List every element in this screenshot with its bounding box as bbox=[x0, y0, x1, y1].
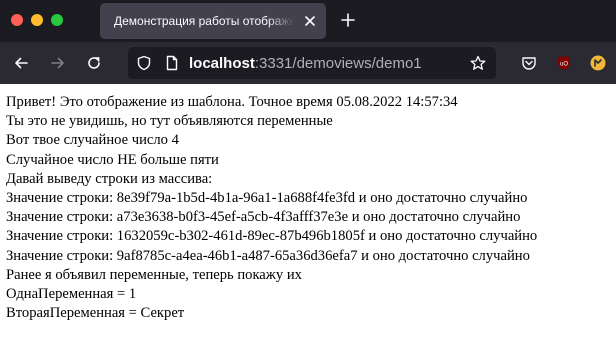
variable-line: ОднаПеременная = 1 bbox=[6, 286, 137, 303]
arrow-right-icon[interactable] bbox=[50, 55, 66, 71]
page-icon[interactable] bbox=[164, 55, 180, 71]
url-path: :3331/demoviews/demo1 bbox=[254, 55, 422, 72]
url-host: localhost bbox=[189, 55, 255, 72]
pocket-icon[interactable] bbox=[521, 55, 537, 71]
window-maximize-button[interactable] bbox=[51, 14, 63, 26]
extension-icon[interactable] bbox=[590, 55, 606, 71]
reload-icon[interactable] bbox=[86, 55, 102, 71]
array-value-line: Значение строки: a73e3638-b0f3-45ef-a5cb… bbox=[6, 209, 521, 226]
random-number-line: Вот твое случайное число 4 bbox=[6, 132, 179, 149]
svg-text:uO: uO bbox=[560, 62, 568, 68]
ublock-icon[interactable]: uO bbox=[556, 55, 572, 71]
array-value-line: Значение строки: 1632059c-b302-461d-89ec… bbox=[6, 228, 538, 245]
browser-toolbar: localhost:3331/demoviews/demo1 uO bbox=[0, 42, 616, 84]
close-icon[interactable] bbox=[302, 13, 318, 29]
url-bar[interactable]: localhost:3331/demoviews/demo1 bbox=[128, 47, 496, 79]
condition-line: Случайное число НЕ больше пяти bbox=[6, 151, 219, 168]
browser-titlebar: Демонстрация работы отображения bbox=[0, 0, 616, 42]
variables-intro-line: Ранее я объявил переменные, теперь покаж… bbox=[6, 266, 302, 283]
arrow-left-icon[interactable] bbox=[13, 55, 29, 71]
array-intro-line: Давай выведу строки из массива: bbox=[6, 170, 213, 187]
template-output: Привет! Это отображение из шаблона. Точн… bbox=[0, 84, 616, 323]
tab-title: Демонстрация работы отображения bbox=[114, 14, 294, 28]
plus-icon[interactable] bbox=[340, 12, 356, 28]
text-line: Ты это не увидишь, но тут объявляются пе… bbox=[6, 113, 333, 130]
array-value-line: Значение строки: 9af8785c-a4ea-46b1-a487… bbox=[6, 247, 530, 264]
array-value-line: Значение строки: 8e39f79a-1b5d-4b1a-96a1… bbox=[6, 190, 528, 207]
browser-tab-active[interactable]: Демонстрация работы отображения bbox=[100, 3, 326, 39]
page-content: Привет! Это отображение из шаблона. Точн… bbox=[0, 84, 616, 337]
url-text[interactable]: localhost:3331/demoviews/demo1 bbox=[189, 55, 422, 72]
window-minimize-button[interactable] bbox=[31, 14, 43, 26]
variable-line: ВтораяПеременная = Секрет bbox=[6, 305, 185, 322]
shield-icon[interactable] bbox=[136, 55, 152, 71]
greeting-line: Привет! Это отображение из шаблона. Точн… bbox=[6, 94, 458, 110]
window-close-button[interactable] bbox=[11, 14, 23, 26]
star-icon[interactable] bbox=[470, 55, 486, 71]
